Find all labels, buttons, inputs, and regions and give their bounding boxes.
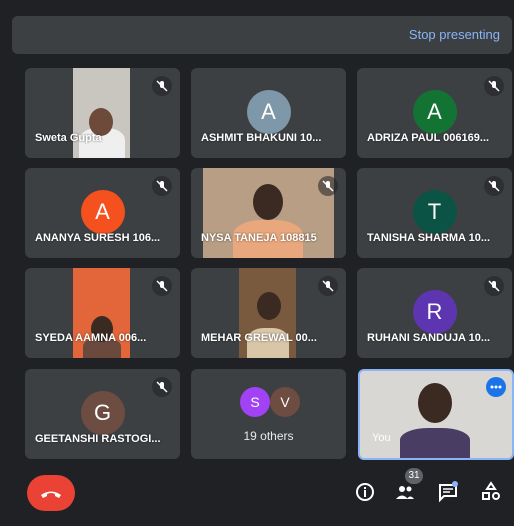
participant-name: NYSA TANEJA 108815 [201,232,317,244]
chat-icon[interactable] [436,480,460,504]
others-tile[interactable]: S V 19 others [191,369,346,459]
participant-tile[interactable]: G GEETANSHI RASTOGI... [25,369,180,459]
end-call-button[interactable] [27,475,75,511]
avatar: S [240,387,270,417]
participant-tile[interactable]: MEHAR GREWAL 00... [191,268,346,358]
participant-name: TANISHA SHARMA 10... [367,232,491,244]
meeting-window: Stop presenting Sweta Gupta A ASHMIT BHA… [0,0,514,526]
phone-hangup-icon [41,491,61,498]
avatar: G [80,391,125,435]
self-label: You [372,432,391,444]
participant-video [203,168,334,258]
avatar: A [80,190,125,234]
avatar: T [412,190,457,234]
mic-off-icon [152,377,172,397]
participant-name: RUHANI SANDUJA 10... [367,332,491,344]
participant-tile[interactable]: SYEDA AAMNA 006... [25,268,180,358]
participant-name: ANANYA SURESH 106... [35,232,161,244]
others-count-label: 19 others [243,429,294,443]
participant-video [73,68,130,158]
mic-off-icon [484,76,504,96]
participant-tile[interactable]: Sweta Gupta [25,68,180,158]
mic-off-icon [152,176,172,196]
participant-video [73,268,130,358]
participant-tile[interactable]: A ANANYA SURESH 106... [25,168,180,258]
participant-name: Sweta Gupta [35,132,102,144]
presenting-bar: Stop presenting [12,16,512,54]
avatar: R [412,290,457,334]
mic-off-icon [152,276,172,296]
people-icon[interactable] [393,480,417,504]
participant-name: MEHAR GREWAL 00... [201,332,317,344]
participant-video [239,268,296,358]
participant-tile[interactable]: R RUHANI SANDUJA 10... [357,268,512,358]
activities-icon[interactable] [479,480,503,504]
avatar: V [270,387,300,417]
participant-name: ADRIZA PAUL 006169... [367,132,490,144]
participant-name: SYEDA AAMNA 006... [35,332,147,344]
mic-off-icon [318,176,338,196]
participant-tile[interactable]: A ASHMIT BHAKUNI 10... [191,68,346,158]
info-icon[interactable] [353,480,377,504]
stop-presenting-button[interactable]: Stop presenting [409,27,500,42]
mic-off-icon [318,276,338,296]
more-icon[interactable] [486,377,506,397]
mic-off-icon [152,76,172,96]
participant-tile[interactable]: A ADRIZA PAUL 006169... [357,68,512,158]
mic-off-icon [484,276,504,296]
participant-name: ASHMIT BHAKUNI 10... [201,132,322,144]
avatar: A [412,90,457,134]
avatar: A [246,90,291,134]
mic-off-icon [484,176,504,196]
participant-name: GEETANSHI RASTOGI... [35,433,161,445]
self-view-tile[interactable]: You [358,369,514,460]
participant-tile[interactable]: T TANISHA SHARMA 10... [357,168,512,258]
participant-tile[interactable]: NYSA TANEJA 108815 [191,168,346,258]
